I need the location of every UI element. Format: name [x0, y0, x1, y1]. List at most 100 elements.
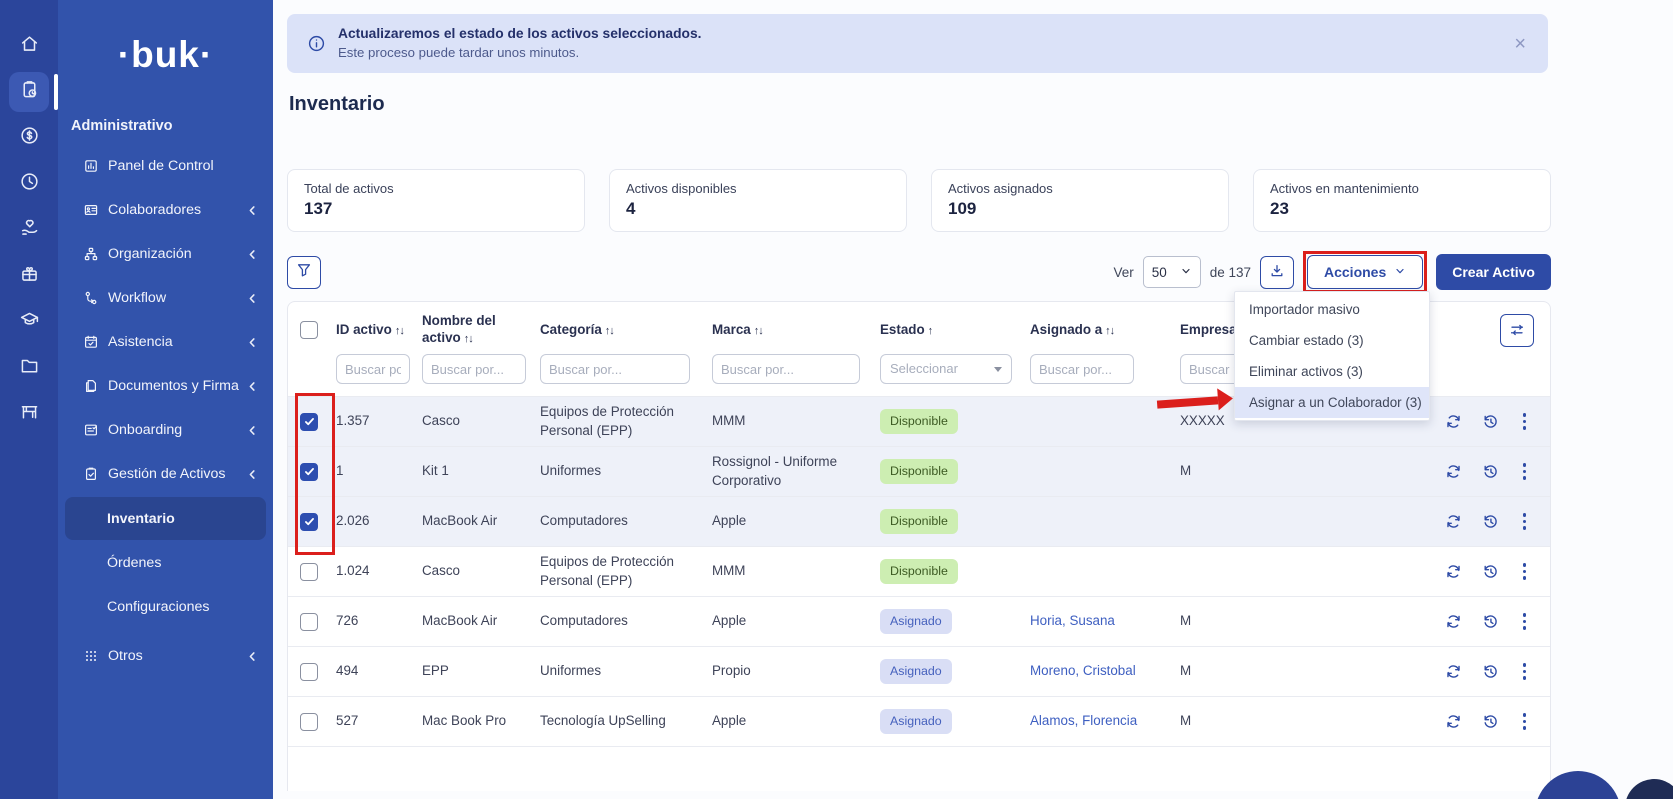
dollar-circle-rail-item[interactable]: [9, 118, 49, 158]
sync-icon[interactable]: [1445, 663, 1462, 680]
page-size-select[interactable]: 50: [1143, 256, 1201, 288]
notification-banner: Actualizaremos el estado de los activos …: [287, 14, 1548, 73]
search-filter-input[interactable]: [422, 354, 526, 384]
crear-activo-button[interactable]: Crear Activo: [1436, 254, 1551, 290]
column-header[interactable]: Estado↑: [880, 322, 1030, 339]
sort-icon: ↑↓: [464, 333, 473, 345]
kebab-menu-icon[interactable]: [1519, 611, 1531, 632]
table-row: 494EPPUniformesPropioAsignadoMoreno, Cri…: [288, 646, 1550, 696]
sync-icon[interactable]: [1445, 463, 1462, 480]
checkbox-cell: [300, 663, 336, 681]
folder-rail-item[interactable]: [9, 348, 49, 388]
secondary-fab[interactable]: [1625, 779, 1673, 799]
row-checkbox[interactable]: [300, 413, 318, 431]
sync-icon[interactable]: [1445, 613, 1462, 630]
sidebar-item-asistencia[interactable]: Asistencia: [58, 320, 273, 364]
page-title: Inventario: [289, 93, 1673, 119]
gift-box-rail-item[interactable]: [9, 256, 49, 296]
clipboard-clock-rail-item[interactable]: [9, 72, 49, 112]
kebab-menu-icon[interactable]: [1519, 511, 1531, 532]
status-badge: Disponible: [880, 409, 958, 434]
history-icon[interactable]: [1482, 713, 1499, 730]
search-filter-input[interactable]: [336, 354, 410, 384]
row-checkbox[interactable]: [300, 713, 318, 731]
history-icon[interactable]: [1482, 663, 1499, 680]
sidebar-subitem-label: Configuraciones: [107, 599, 210, 615]
hand-heart-rail-item[interactable]: [9, 210, 49, 250]
sort-icon: ↑↓: [605, 325, 614, 337]
stat-value: 137: [304, 199, 568, 219]
table-row: 1Kit 1UniformesRossignol - Uniforme Corp…: [288, 446, 1550, 496]
estado-filter-select[interactable]: Seleccionar: [880, 354, 1012, 384]
assignee-link[interactable]: Horia, Susana: [1030, 613, 1115, 628]
row-checkbox[interactable]: [300, 463, 318, 481]
sync-icon[interactable]: [1445, 413, 1462, 430]
column-header[interactable]: Nombre del activo↑↓: [422, 313, 540, 347]
kebab-menu-icon[interactable]: [1519, 461, 1531, 482]
kebab-menu-icon[interactable]: [1519, 711, 1531, 732]
history-icon[interactable]: [1482, 463, 1499, 480]
stat-card: Activos en mantenimiento23: [1253, 169, 1551, 232]
history-icon[interactable]: [1482, 413, 1499, 430]
menu-item[interactable]: Importador masivo: [1235, 294, 1429, 325]
menu-item[interactable]: Asignar a un Colaborador (3): [1235, 387, 1429, 418]
sidebar-subitem-configuraciones[interactable]: Configuraciones: [65, 585, 266, 628]
column-header[interactable]: ID activo↑↓: [336, 322, 422, 339]
menu-item[interactable]: Cambiar estado (3): [1235, 325, 1429, 356]
archive-shelf-rail-item[interactable]: [9, 394, 49, 434]
sync-icon[interactable]: [1445, 563, 1462, 580]
cell-category: Computadores: [540, 612, 712, 630]
stat-value: 4: [626, 199, 890, 219]
row-checkbox[interactable]: [300, 563, 318, 581]
sidebar-item-panel-de-control[interactable]: Panel de Control: [58, 144, 273, 188]
search-filter-input[interactable]: [1030, 354, 1134, 384]
sidebar-item-organizacion[interactable]: Organización: [58, 232, 273, 276]
sidebar-item-gestion-de-activos[interactable]: Gestión de Activos: [58, 452, 273, 496]
sidebar-subitem-ordenes[interactable]: Órdenes: [65, 541, 266, 584]
cell-assignee: Moreno, Cristobal: [1030, 662, 1180, 680]
column-settings-button[interactable]: [1500, 314, 1534, 347]
toolbar-right: Ver 50 de 137 Acciones Crear Activo: [1113, 251, 1551, 293]
sidebar-item-documentos-y-firma[interactable]: Documentos y Firma: [58, 364, 273, 408]
kebab-menu-icon[interactable]: [1519, 561, 1531, 582]
history-icon[interactable]: [1482, 563, 1499, 580]
filter-button[interactable]: [287, 256, 321, 289]
column-header[interactable]: Asignado a↑↓: [1030, 322, 1180, 339]
table-row: 1.024CascoEquipos de Protección Personal…: [288, 546, 1550, 596]
cell-name: EPP: [422, 662, 540, 680]
home-rail-item[interactable]: [9, 26, 49, 66]
select-all-cell: [300, 321, 336, 339]
history-icon[interactable]: [1482, 513, 1499, 530]
close-icon[interactable]: ×: [1514, 34, 1526, 54]
column-header[interactable]: Categoría↑↓: [540, 322, 712, 339]
cell-category: Uniformes: [540, 462, 712, 480]
sidebar-item-colaboradores[interactable]: Colaboradores: [58, 188, 273, 232]
graduation-cap-rail-item[interactable]: [9, 302, 49, 342]
search-filter-input[interactable]: [540, 354, 690, 384]
search-filter-input[interactable]: [712, 354, 860, 384]
history-icon[interactable]: [1482, 613, 1499, 630]
sync-icon[interactable]: [1445, 713, 1462, 730]
kebab-menu-icon[interactable]: [1519, 661, 1531, 682]
column-header[interactable]: Marca↑↓: [712, 322, 880, 339]
acciones-dropdown-menu: Importador masivoCambiar estado (3)Elimi…: [1234, 291, 1430, 421]
id-card-icon: [83, 202, 99, 218]
download-button[interactable]: [1260, 256, 1294, 289]
status-badge: Asignado: [880, 709, 952, 734]
select-all-checkbox[interactable]: [300, 321, 318, 339]
sidebar-item-onboarding[interactable]: Onboarding: [58, 408, 273, 452]
sidebar-subitem-inventario[interactable]: Inventario: [65, 497, 266, 540]
assignee-link[interactable]: Alamos, Florencia: [1030, 713, 1137, 728]
assignee-link[interactable]: Moreno, Cristobal: [1030, 663, 1136, 678]
clock-rail-item[interactable]: [9, 164, 49, 204]
row-checkbox[interactable]: [300, 663, 318, 681]
row-checkbox[interactable]: [300, 513, 318, 531]
acciones-button[interactable]: Acciones: [1307, 255, 1423, 289]
sidebar-item-otros[interactable]: Otros: [58, 634, 273, 678]
kebab-menu-icon[interactable]: [1519, 411, 1531, 432]
sidebar-item-workflow[interactable]: Workflow: [58, 276, 273, 320]
sync-icon[interactable]: [1445, 513, 1462, 530]
menu-item[interactable]: Eliminar activos (3): [1235, 356, 1429, 387]
table-row: 2.026MacBook AirComputadoresAppleDisponi…: [288, 496, 1550, 546]
row-checkbox[interactable]: [300, 613, 318, 631]
